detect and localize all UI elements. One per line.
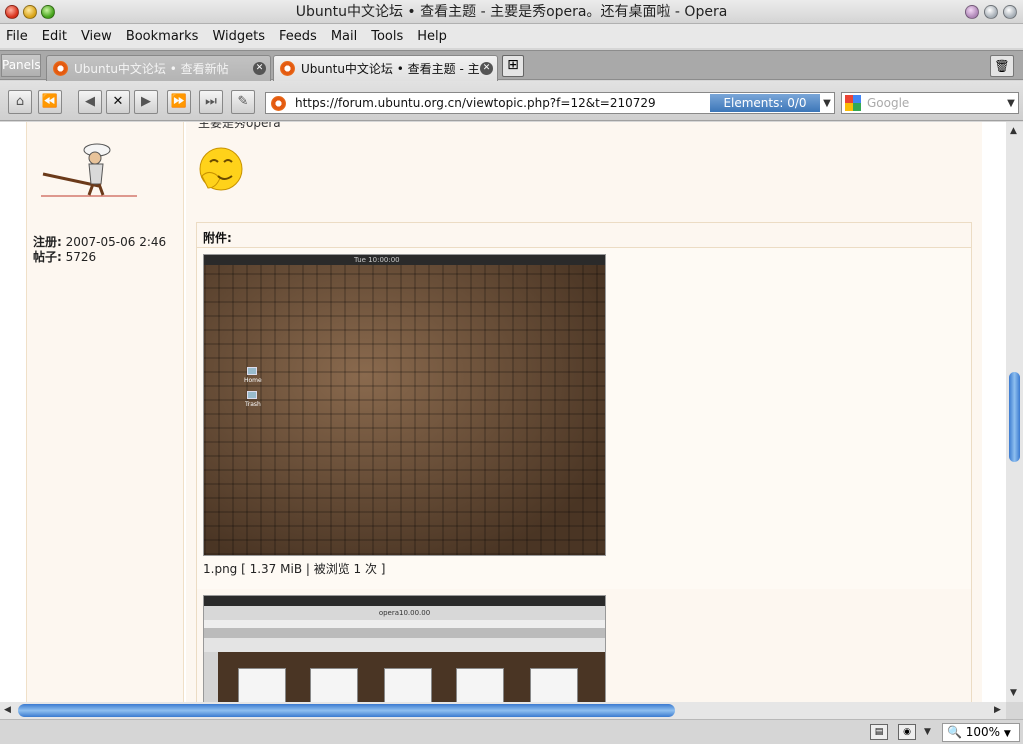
scroll-right-icon[interactable]: ▶: [994, 705, 1001, 715]
edit-icon[interactable]: ✎: [231, 90, 255, 114]
page-content: 注册: 2007-05-06 2:46 帖子: 5726 主要是秀opera 附…: [0, 122, 1006, 702]
attachment-caption: 1.png [ 1.37 MiB | 被浏览 1 次 ]: [203, 562, 386, 576]
screenshot-panel-bar: [204, 596, 605, 606]
navigation-bar: ⌂ ⏪ ◀ ✕ ▶ ⏩ ⏭ ✎ https://forum.ubuntu.org…: [0, 81, 1023, 121]
menu-edit[interactable]: Edit: [42, 29, 67, 44]
avatar: [41, 143, 137, 197]
menu-bar: File Edit View Bookmarks Widgets Feeds M…: [0, 24, 1023, 48]
screenshot-nav: [204, 638, 605, 652]
menu-view[interactable]: View: [81, 29, 112, 44]
forward-button[interactable]: ▶: [134, 90, 158, 114]
next-page-button[interactable]: ⏭: [199, 90, 223, 114]
address-dropdown-icon[interactable]: ▼: [820, 98, 834, 109]
attachment-image-2[interactable]: opera10.00.00: [203, 595, 606, 702]
site-favicon-icon: [271, 95, 286, 111]
minimize-window-button[interactable]: [23, 5, 37, 19]
screenshot-tabs: [204, 628, 605, 638]
tab-view-topic[interactable]: Ubuntu中文论坛 • 查看主题 - 主... ✕: [273, 55, 498, 81]
zoom-control[interactable]: 🔍 100% ▼: [942, 723, 1020, 742]
speed-dial-thumb: [238, 668, 286, 702]
ubuntu-icon: [53, 61, 68, 76]
page-icon[interactable]: ▤: [870, 724, 888, 740]
menu-feeds[interactable]: Feeds: [279, 29, 317, 44]
window-title: Ubuntu中文论坛 • 查看主题 - 主要是秀opera。还有桌面啦 - Op…: [295, 4, 728, 20]
post-author-column: 注册: 2007-05-06 2:46 帖子: 5726: [26, 122, 184, 702]
window-extra-button-1[interactable]: [965, 5, 979, 19]
tab-label: Ubuntu中文论坛 • 查看主题 - 主...: [301, 62, 480, 76]
eye-icon[interactable]: ◉: [898, 724, 916, 740]
window-extra-button-2[interactable]: [984, 5, 998, 19]
horizontal-scroll-thumb[interactable]: [18, 704, 675, 717]
horizontal-scrollbar[interactable]: ◀ ▶: [0, 702, 1006, 719]
menu-file[interactable]: File: [6, 29, 28, 44]
home-folder-icon: [247, 367, 257, 375]
tab-bar: Panels Ubuntu中文论坛 • 查看新帖 ✕ Ubuntu中文论坛 • …: [0, 50, 1023, 81]
zoom-dropdown-icon[interactable]: ▼: [1004, 729, 1011, 739]
post-text: 主要是秀opera: [198, 122, 281, 130]
screenshot-clock: Tue 10:00:00: [354, 256, 400, 264]
address-bar[interactable]: https://forum.ubuntu.org.cn/viewtopic.ph…: [265, 92, 835, 114]
speed-dial-thumb: [310, 668, 358, 702]
attachments-box: 附件: Tue 10:00:00 Home Trash 1.png [ 1.37…: [196, 222, 972, 702]
window-extra-button-3[interactable]: [1003, 5, 1017, 19]
menu-tools[interactable]: Tools: [371, 29, 403, 44]
maximize-window-button[interactable]: [41, 5, 55, 19]
screenshot-window-title: opera10.00.00: [204, 606, 605, 620]
search-dropdown-icon[interactable]: ▼: [1004, 98, 1018, 109]
screenshot-menu: [204, 620, 605, 628]
stop-button[interactable]: ✕: [106, 90, 130, 114]
menu-mail[interactable]: Mail: [331, 29, 357, 44]
back-button[interactable]: ◀: [78, 90, 102, 114]
home-button[interactable]: ⌂: [8, 90, 32, 114]
fast-forward-button[interactable]: ⏩: [167, 90, 191, 114]
new-tab-button[interactable]: ⊞: [502, 55, 524, 77]
speed-dial-thumb: [530, 668, 578, 702]
rewind-button[interactable]: ⏪: [38, 90, 62, 114]
posts-value: 5726: [65, 250, 97, 264]
view-dropdown-icon[interactable]: ▼: [924, 727, 931, 737]
screenshot-panel-bar: Tue 10:00:00: [204, 255, 605, 265]
tab-new-posts[interactable]: Ubuntu中文论坛 • 查看新帖 ✕: [46, 55, 271, 81]
screenshot-sidebar: [204, 652, 218, 702]
zoom-value: 100%: [965, 725, 1001, 739]
search-placeholder: Google: [867, 96, 910, 110]
scroll-up-icon[interactable]: ▲: [1010, 126, 1017, 136]
tab-label: Ubuntu中文论坛 • 查看新帖: [74, 62, 229, 76]
elements-badge[interactable]: Elements: 0/0: [710, 94, 820, 112]
scroll-left-icon[interactable]: ◀: [4, 705, 11, 715]
laughing-smiley-icon: [199, 147, 243, 191]
registered-label: 注册:: [33, 235, 62, 249]
post-body-column: 主要是秀opera 附件: Tue 10:00:00 Home Trash 1.…: [186, 122, 982, 702]
panels-button[interactable]: Panels: [1, 54, 41, 77]
posts-label: 帖子:: [33, 250, 62, 264]
close-tab-icon[interactable]: ✕: [480, 62, 493, 75]
status-bar: ▤ ◉ ▼ 🔍 100% ▼: [0, 719, 1023, 744]
home-folder-label: Home: [244, 377, 262, 384]
attachment-image-1[interactable]: Tue 10:00:00 Home Trash: [203, 254, 606, 556]
menu-help[interactable]: Help: [417, 29, 447, 44]
url-text[interactable]: https://forum.ubuntu.org.cn/viewtopic.ph…: [295, 96, 710, 110]
close-tab-icon[interactable]: ✕: [253, 62, 266, 75]
menu-widgets[interactable]: Widgets: [212, 29, 265, 44]
attachment-item: Tue 10:00:00 Home Trash 1.png [ 1.37 MiB…: [197, 247, 971, 589]
vertical-scroll-thumb[interactable]: [1009, 372, 1020, 462]
speed-dial-thumb: [456, 668, 504, 702]
trash-label: Trash: [245, 401, 261, 408]
attachments-label: 附件:: [203, 231, 232, 245]
registered-value: 2007-05-06 2:46: [65, 235, 167, 249]
trash-icon[interactable]: 🗑: [990, 55, 1014, 77]
author-info: 注册: 2007-05-06 2:46 帖子: 5726: [33, 235, 166, 265]
window-titlebar: Ubuntu中文论坛 • 查看主题 - 主要是秀opera。还有桌面啦 - Op…: [0, 0, 1023, 24]
scroll-down-icon[interactable]: ▼: [1010, 688, 1017, 698]
search-field[interactable]: Google ▼: [841, 92, 1019, 114]
ubuntu-icon: [280, 61, 295, 76]
magnifier-icon: 🔍: [947, 725, 962, 739]
trash-icon: [247, 391, 257, 399]
vertical-scrollbar[interactable]: ▲ ▼: [1006, 122, 1023, 702]
google-icon: [845, 95, 861, 111]
speed-dial-thumb: [384, 668, 432, 702]
close-window-button[interactable]: [5, 5, 19, 19]
menu-bookmarks[interactable]: Bookmarks: [126, 29, 199, 44]
